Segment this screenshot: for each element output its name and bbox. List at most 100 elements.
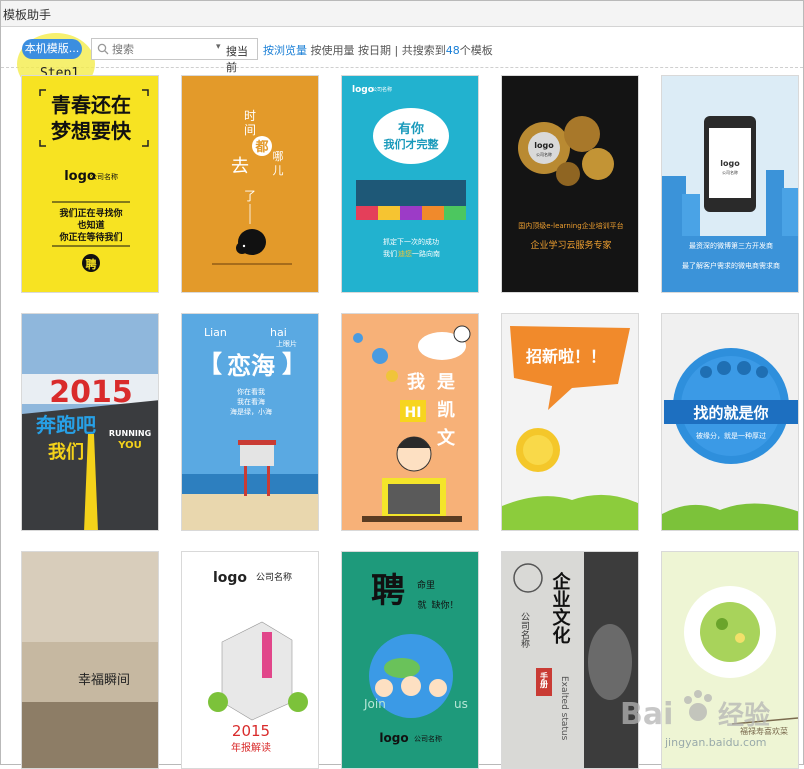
title-bar: 模板助手 — [1, 1, 803, 27]
template-text: 公司名称 — [519, 612, 530, 649]
template-text: 公司名称 — [722, 169, 738, 175]
search-box[interactable] — [91, 38, 215, 60]
template-card-phone[interactable]: logo 公司名称 最资深的微博第三方开发商 最了解客户需求的微电商需求商 — [661, 75, 799, 293]
sort-by-date[interactable]: 按日期 — [358, 44, 391, 57]
template-text: 有你 — [398, 121, 424, 137]
template-text: 公司名称 — [372, 86, 392, 93]
template-text: 年报解读 — [231, 741, 271, 754]
watermark-url: jingyan.baidu.com — [665, 736, 767, 749]
svg-text:【: 【 — [198, 350, 222, 378]
template-text: 凯 — [437, 399, 455, 421]
template-text: logo — [379, 731, 408, 745]
search-icon — [97, 43, 109, 55]
template-card-recruiting[interactable]: 招新啦！！ — [501, 313, 639, 531]
template-text: 我们 — [48, 441, 84, 463]
template-text: logo — [720, 159, 740, 168]
template-text: logo — [213, 570, 247, 586]
template-text: 国内顶级e-learning企业培训平台 — [518, 221, 623, 230]
template-text: RUNNING — [109, 429, 151, 438]
template-card-happy-moment[interactable]: 幸福瞬间 — [21, 551, 159, 769]
template-text: 2015 — [49, 375, 133, 410]
template-text: 青春还在 — [51, 93, 131, 117]
template-text: HI — [405, 405, 422, 421]
watermark-brand2: 经验 — [718, 700, 770, 731]
template-text: 时 — [244, 109, 256, 123]
template-text: 聘 — [86, 257, 97, 271]
svg-text:】: 】 — [282, 350, 306, 378]
template-text: hai — [270, 326, 287, 339]
template-text: 迪您 — [398, 249, 412, 258]
search-input[interactable] — [112, 41, 212, 57]
watermark-brand: Bai — [620, 697, 673, 732]
template-text: 被缘分，就是一种厚过 — [696, 431, 766, 440]
template-text: 我们正在寻找你 — [59, 207, 122, 219]
sort-by-browse[interactable]: 按浏览量 — [263, 44, 307, 57]
template-text: 我在看海 — [237, 397, 265, 406]
template-text: 奔跑吧 — [35, 413, 96, 437]
template-text: 我们才完整 — [384, 137, 439, 151]
sort-by-usage[interactable]: 按使用量 — [311, 44, 355, 57]
template-text: 找的就是你 — [693, 404, 768, 422]
result-count: 48 — [445, 44, 460, 57]
template-text: 命里 — [417, 579, 435, 591]
template-text: 公司名称 — [414, 734, 442, 743]
template-text: 就 — [417, 599, 426, 611]
template-card-hi-recruit[interactable]: 我 是 HI 凯 文 — [341, 313, 479, 531]
template-text: 招新啦！！ — [526, 347, 606, 366]
search-scope-label: 搜当前 — [226, 45, 248, 74]
template-card-youth-dream[interactable]: 青春还在 梦想要快 logo 公司名称 我们正在寻找你 也知道 你正在等待我们 … — [21, 75, 159, 293]
template-text: 海是绿，小海 — [230, 407, 272, 416]
template-text: 幸福瞬间 — [78, 673, 130, 688]
template-text: 聘 — [371, 571, 405, 611]
template-text: 你正在等待我们 — [58, 231, 122, 243]
template-text: logo — [534, 141, 554, 150]
template-card-time-gone[interactable]: 时 间 都 去 哪 儿 了 — [181, 75, 319, 293]
result-suffix: 个模板 — [459, 44, 493, 57]
sort-bar: 按浏览量 按使用量 按日期 | 共搜索到48个模板 — [263, 42, 493, 58]
template-text: 最资深的微博第三方开发商 — [689, 241, 773, 250]
template-text: us — [454, 697, 468, 711]
template-text: 上眼片 — [276, 339, 297, 348]
template-text: 公司名称 — [536, 151, 552, 157]
template-text: 我们 — [383, 249, 397, 258]
template-card-annual-2015[interactable]: logo 公司名称 2015 年报解读 — [181, 551, 319, 769]
template-text: logo — [352, 85, 374, 95]
template-text: Exalted status — [559, 676, 569, 741]
template-text: 哪 — [273, 150, 284, 163]
template-card-find-you[interactable]: 找的就是你 被缘分，就是一种厚过 — [661, 313, 799, 531]
template-text: 都 — [254, 139, 268, 155]
window-title: 模板助手 — [3, 8, 52, 22]
template-text: Join — [363, 697, 386, 711]
template-card-puzzle-team[interactable]: logo 公司名称 有你 我们才完整 抓定下一次的成功 我们 迪您 一路向南 — [341, 75, 479, 293]
chevron-down-icon: ▾ — [216, 42, 221, 52]
template-text: 手册 — [540, 671, 549, 689]
template-text: 一路向南 — [412, 249, 440, 258]
template-text: 最了解客户需求的微电商需求商 — [682, 261, 780, 270]
template-text: 间 — [244, 123, 256, 137]
template-card-hire-world[interactable]: 聘 命里 就 缺你！ Join us logo 公司名称 — [341, 551, 479, 769]
template-text: Lian — [204, 326, 227, 339]
template-text: 文 — [437, 427, 456, 449]
template-text: 抓定下一次的成功 — [383, 237, 439, 246]
template-text: 企业学习云服务专家 — [530, 239, 611, 251]
template-text: 是 — [436, 372, 455, 393]
template-text: 公司名称 — [256, 571, 292, 583]
template-text: 我 — [407, 372, 425, 393]
search-scope-dropdown[interactable]: ▾ 搜当前 — [214, 38, 258, 74]
template-text: 恋海 — [227, 352, 275, 380]
template-card-gears[interactable]: logo 公司名称 国内顶级e-learning企业培训平台 企业学习云服务专家 — [501, 75, 639, 293]
template-text: 了 — [244, 189, 256, 203]
template-card-sea-love[interactable]: Lian hai 上眼片 【 恋海 】 你在看我 我在看海 海是绿，小海 — [181, 313, 319, 531]
template-text: 缺你！ — [431, 599, 458, 611]
separator: | — [394, 44, 399, 57]
template-text: 公司名称 — [90, 172, 118, 181]
template-text: 梦想要快 — [51, 119, 132, 143]
local-templates-button[interactable]: 本机模版... — [22, 39, 82, 59]
template-text: 儿 — [273, 164, 284, 177]
template-text: 也知道 — [77, 219, 104, 231]
template-text: 你在看我 — [237, 387, 265, 396]
result-prefix: 共搜索到 — [401, 44, 446, 57]
template-text: YOU — [117, 440, 142, 451]
template-text: 去 — [231, 156, 249, 177]
template-card-run-2015[interactable]: 2015 奔跑吧 我们 RUNNING YOU — [21, 313, 159, 531]
